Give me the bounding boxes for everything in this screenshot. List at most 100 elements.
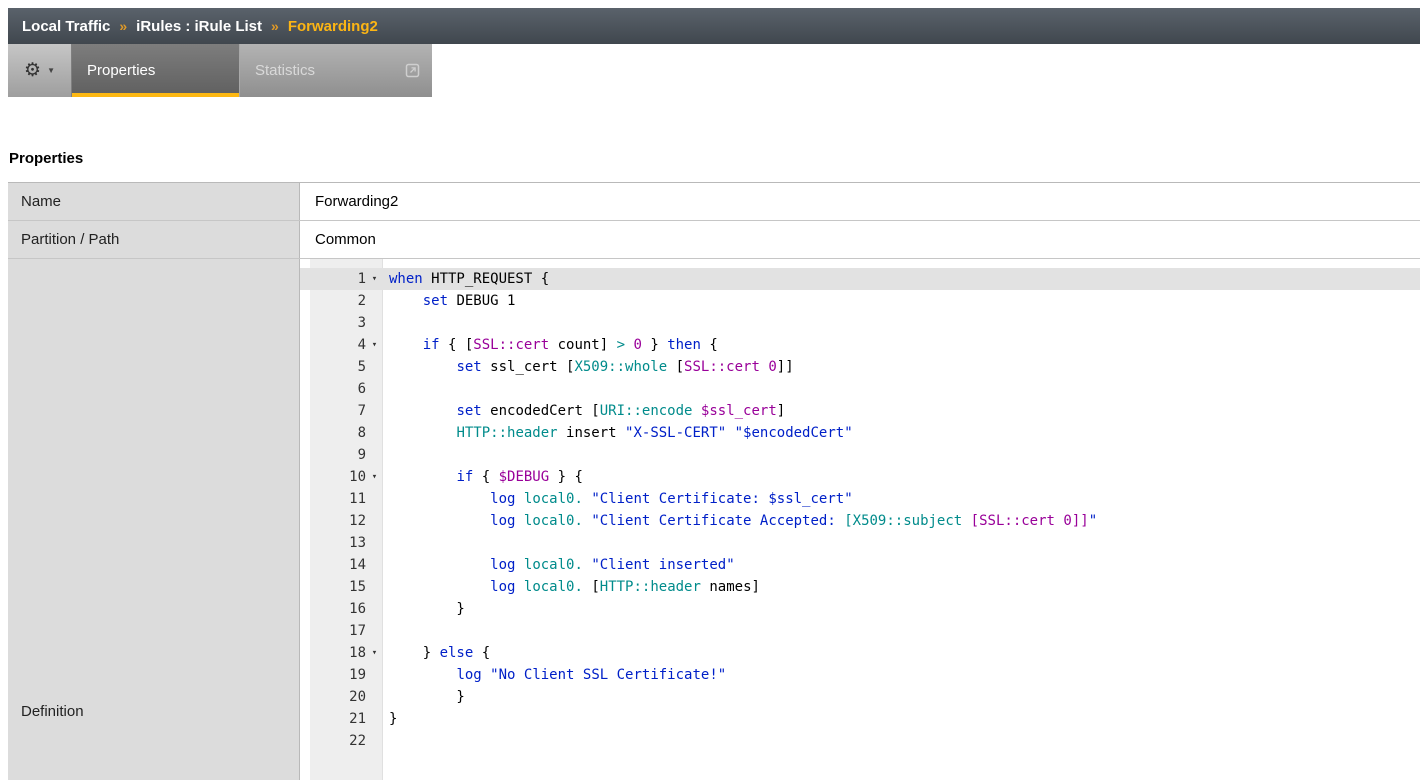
code-line[interactable]: 7 set encodedCert [URI::encode $ssl_cert… <box>300 400 1420 422</box>
code-text: } <box>383 708 397 730</box>
code-lines[interactable]: 1▾when HTTP_REQUEST {2 set DEBUG 134▾ if… <box>300 259 1420 752</box>
code-line[interactable]: 11 log local0. "Client Certificate: $ssl… <box>300 488 1420 510</box>
tab-statistics[interactable]: Statistics <box>239 44 432 97</box>
line-number: 8 <box>300 422 383 444</box>
line-number-text: 9 <box>300 444 366 466</box>
breadcrumb-separator-icon: » <box>271 18 279 34</box>
line-number: 2 <box>300 290 383 312</box>
code-line[interactable]: 17 <box>300 620 1420 642</box>
fold-toggle-icon[interactable]: ▾ <box>366 466 383 488</box>
code-line[interactable]: 14 log local0. "Client inserted" <box>300 554 1420 576</box>
line-number-text: 13 <box>300 532 366 554</box>
code-line[interactable]: 12 log local0. "Client Certificate Accep… <box>300 510 1420 532</box>
line-number: 21 <box>300 708 383 730</box>
line-number-text: 7 <box>300 400 366 422</box>
breadcrumb-separator-icon: » <box>119 18 127 34</box>
tab-properties[interactable]: Properties <box>72 44 239 97</box>
code-text <box>383 620 389 642</box>
line-number-text: 1 <box>300 268 366 290</box>
code-text: log local0. "Client inserted" <box>383 554 735 576</box>
line-number: 19 <box>300 664 383 686</box>
tab-statistics-label: Statistics <box>255 62 315 79</box>
line-number-text: 8 <box>300 422 366 444</box>
line-number-text: 20 <box>300 686 366 708</box>
line-number: 17 <box>300 620 383 642</box>
property-label-definition: Definition <box>8 259 300 780</box>
code-line[interactable]: 13 <box>300 532 1420 554</box>
code-text <box>383 378 389 400</box>
line-number: 22 <box>300 730 383 752</box>
line-number-text: 10 <box>300 466 366 488</box>
chevron-down-icon: ▼ <box>47 66 55 75</box>
code-text: set encodedCert [URI::encode $ssl_cert] <box>383 400 785 422</box>
line-number: 1▾ <box>300 268 383 290</box>
property-label-name: Name <box>8 183 300 220</box>
code-line[interactable]: 21} <box>300 708 1420 730</box>
property-row-partition: Partition / Path Common <box>8 221 1420 259</box>
code-line[interactable]: 8 HTTP::header insert "X-SSL-CERT" "$enc… <box>300 422 1420 444</box>
line-number-text: 17 <box>300 620 366 642</box>
breadcrumb-current-page: Forwarding2 <box>288 18 378 35</box>
property-label-partition: Partition / Path <box>8 221 300 258</box>
line-number-text: 6 <box>300 378 366 400</box>
code-text: log local0. "Client Certificate: $ssl_ce… <box>383 488 853 510</box>
code-text <box>383 532 389 554</box>
line-number-text: 12 <box>300 510 366 532</box>
code-line[interactable]: 6 <box>300 378 1420 400</box>
line-number: 12 <box>300 510 383 532</box>
code-text: log local0. "Client Certificate Accepted… <box>383 510 1097 532</box>
options-menu-button[interactable]: ⚙ ▼ <box>8 44 72 97</box>
line-number: 9 <box>300 444 383 466</box>
line-number-text: 21 <box>300 708 366 730</box>
code-line[interactable]: 18▾ } else { <box>300 642 1420 664</box>
code-line[interactable]: 5 set ssl_cert [X509::whole [SSL::cert 0… <box>300 356 1420 378</box>
line-number-text: 19 <box>300 664 366 686</box>
irule-definition-editor[interactable]: 1▾when HTTP_REQUEST {2 set DEBUG 134▾ if… <box>300 259 1420 780</box>
breadcrumb-link[interactable]: Local Traffic <box>22 18 110 35</box>
code-text: set DEBUG 1 <box>383 290 515 312</box>
code-line[interactable]: 15 log local0. [HTTP::header names] <box>300 576 1420 598</box>
code-line[interactable]: 19 log "No Client SSL Certificate!" <box>300 664 1420 686</box>
code-line[interactable]: 3 <box>300 312 1420 334</box>
code-line[interactable]: 2 set DEBUG 1 <box>300 290 1420 312</box>
fold-toggle-icon[interactable]: ▾ <box>366 268 383 290</box>
code-text: log local0. [HTTP::header names] <box>383 576 760 598</box>
code-text <box>383 730 389 752</box>
active-tab-indicator <box>72 93 239 97</box>
breadcrumb: Local Traffic » iRules : iRule List » Forwar… <box>8 8 1420 44</box>
line-number: 10▾ <box>300 466 383 488</box>
gear-icon: ⚙ <box>24 61 41 80</box>
tab-properties-label: Properties <box>87 62 155 79</box>
line-number: 3 <box>300 312 383 334</box>
code-text: } else { <box>383 642 490 664</box>
code-text: if { [SSL::cert count] > 0 } then { <box>383 334 718 356</box>
code-line[interactable]: 22 <box>300 730 1420 752</box>
code-text: } <box>383 598 465 620</box>
tab-bar: ⚙ ▼ Properties Statistics <box>8 44 432 97</box>
line-number: 13 <box>300 532 383 554</box>
code-line[interactable]: 10▾ if { $DEBUG } { <box>300 466 1420 488</box>
property-row-definition: Definition 1▾when HTTP_REQUEST {2 set DE… <box>8 259 1420 780</box>
line-number: 7 <box>300 400 383 422</box>
code-line[interactable]: 9 <box>300 444 1420 466</box>
line-number-text: 18 <box>300 642 366 664</box>
line-number-text: 16 <box>300 598 366 620</box>
fold-toggle-icon[interactable]: ▾ <box>366 334 383 356</box>
code-text: if { $DEBUG } { <box>383 466 583 488</box>
line-number-text: 22 <box>300 730 366 752</box>
code-line[interactable]: 20 } <box>300 686 1420 708</box>
fold-toggle-icon[interactable]: ▾ <box>366 642 383 664</box>
breadcrumb-link[interactable]: iRules : iRule List <box>136 18 262 35</box>
code-text: when HTTP_REQUEST { <box>383 268 549 290</box>
popout-icon[interactable] <box>405 63 420 78</box>
code-text <box>383 312 389 334</box>
properties-table: Name Forwarding2 Partition / Path Common… <box>8 182 1420 780</box>
code-line[interactable]: 16 } <box>300 598 1420 620</box>
code-line[interactable]: 1▾when HTTP_REQUEST { <box>300 268 1420 290</box>
line-number: 20 <box>300 686 383 708</box>
line-number-text: 3 <box>300 312 366 334</box>
code-line[interactable]: 4▾ if { [SSL::cert count] > 0 } then { <box>300 334 1420 356</box>
line-number-text: 14 <box>300 554 366 576</box>
section-title: Properties <box>9 150 1420 167</box>
line-number: 18▾ <box>300 642 383 664</box>
